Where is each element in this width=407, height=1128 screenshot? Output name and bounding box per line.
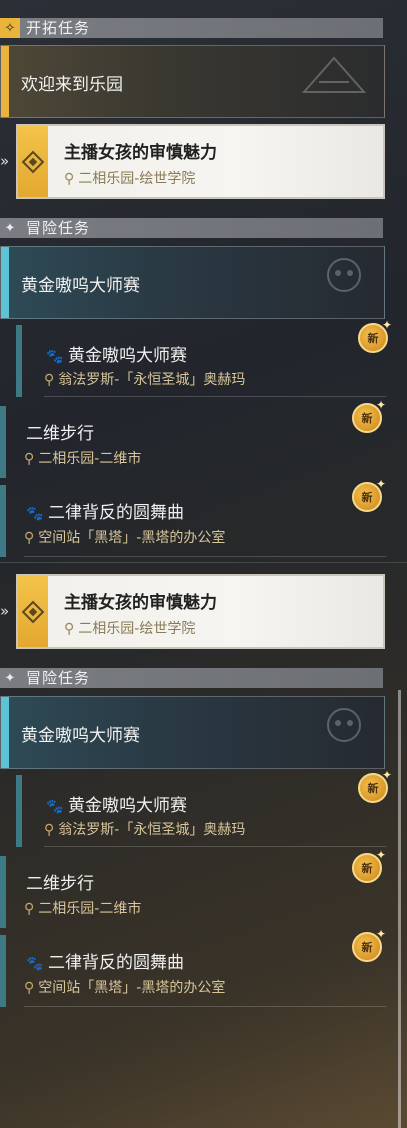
new-badge: 新 ✦ (352, 477, 386, 512)
adventure-quest-banner[interactable]: 黄金嗷呜大师赛 (0, 246, 385, 319)
gold-quest-icon (18, 576, 48, 647)
paw-icon: 🐾 (46, 799, 64, 815)
gold-quest-icon (18, 126, 48, 197)
quest-location: ⚲ 二相乐园-绘世学院 (64, 621, 196, 637)
quest-location: ⚲ 二相乐园-二维市 (24, 901, 142, 917)
new-badge: 新 ✦ (358, 768, 392, 803)
emblem-decoration (301, 56, 367, 93)
new-badge: 新 ✦ (352, 848, 386, 883)
quest-name: 主播女孩的审慎魅力 (64, 143, 217, 163)
map-pin-icon: ⚲ (24, 451, 35, 467)
banner-label: 黄金嗷呜大师赛 (21, 726, 140, 746)
section-title: 开拓任务 (26, 19, 91, 37)
quest-location: ⚲ 二相乐园-二维市 (24, 451, 142, 467)
sparkle-icon: ✦ (4, 220, 16, 236)
section-header-adventure: ✦ 冒险任务 (0, 218, 383, 238)
sparkle-icon: ✦ (4, 670, 16, 686)
map-pin-icon: ⚲ (44, 822, 55, 838)
scrollbar[interactable] (398, 690, 401, 1128)
quest-name: 🐾 二律背反的圆舞曲 (26, 953, 184, 973)
quest-location: ⚲ 翁法罗斯-「永恒圣城」奥赫玛 (44, 822, 246, 838)
section-header-main: ✧ 开拓任务 (0, 18, 383, 38)
quest-location: ⚲ 空间站「黑塔」-黑塔的办公室 (24, 980, 226, 996)
map-pin-icon: ⚲ (64, 171, 75, 187)
new-badge: 新 ✦ (358, 318, 392, 353)
banner-label: 欢迎来到乐园 (21, 75, 123, 95)
new-badge: 新 ✦ (352, 927, 386, 962)
main-quest-banner[interactable]: 欢迎来到乐园 (0, 45, 385, 118)
quest-name: 二维步行 (26, 874, 94, 894)
double-chevron-right-icon: » (0, 602, 10, 620)
map-pin-icon: ⚲ (44, 372, 55, 388)
map-pin-icon: ⚲ (24, 530, 35, 546)
quest-item[interactable]: 二维步行 ⚲ 二相乐园-二维市 (0, 856, 386, 928)
paw-icon: 🐾 (26, 506, 44, 522)
map-pin-icon: ⚲ (24, 980, 35, 996)
map-pin-icon: ⚲ (64, 621, 75, 637)
gold-diamond-icon: ✧ (0, 18, 20, 38)
quest-location: ⚲ 空间站「黑塔」-黑塔的办公室 (24, 530, 226, 546)
panel-divider (0, 562, 407, 563)
quest-location: ⚲ 翁法罗斯-「永恒圣城」奥赫玛 (44, 372, 246, 388)
paw-icon: 🐾 (46, 349, 64, 365)
quest-item[interactable]: 🐾 黄金嗷呜大师赛 ⚲ 翁法罗斯-「永恒圣城」奥赫玛 (16, 325, 386, 397)
section-title: 冒险任务 (26, 219, 91, 237)
new-badge: 新 ✦ (352, 398, 386, 433)
quest-name: 🐾 黄金嗷呜大师赛 (46, 796, 187, 816)
quest-name: 🐾 黄金嗷呜大师赛 (46, 346, 187, 366)
mascot-decoration (327, 258, 361, 292)
mascot-decoration (327, 708, 361, 742)
map-pin-icon: ⚲ (24, 901, 35, 917)
banner-label: 黄金嗷呜大师赛 (21, 276, 140, 296)
quest-name: 主播女孩的审慎魅力 (64, 593, 217, 613)
section-title: 冒险任务 (26, 669, 91, 687)
section-header-adventure: ✦ 冒险任务 (0, 668, 383, 688)
selected-quest-card[interactable]: 主播女孩的审慎魅力 ⚲ 二相乐园-绘世学院 (16, 124, 385, 199)
quest-item[interactable]: 二维步行 ⚲ 二相乐园-二维市 (0, 406, 386, 478)
selected-quest-card[interactable]: 主播女孩的审慎魅力 ⚲ 二相乐园-绘世学院 (16, 574, 385, 649)
quest-location: ⚲ 二相乐园-绘世学院 (64, 171, 196, 187)
quest-name: 二维步行 (26, 424, 94, 444)
quest-name: 🐾 二律背反的圆舞曲 (26, 503, 184, 523)
quest-item[interactable]: 🐾 黄金嗷呜大师赛 ⚲ 翁法罗斯-「永恒圣城」奥赫玛 (16, 775, 386, 847)
adventure-quest-banner[interactable]: 黄金嗷呜大师赛 (0, 696, 385, 769)
quest-item[interactable]: 🐾 二律背反的圆舞曲 ⚲ 空间站「黑塔」-黑塔的办公室 (0, 485, 386, 557)
double-chevron-right-icon: » (0, 152, 10, 170)
quest-item[interactable]: 🐾 二律背反的圆舞曲 ⚲ 空间站「黑塔」-黑塔的办公室 (0, 935, 386, 1007)
paw-icon: 🐾 (26, 956, 44, 972)
